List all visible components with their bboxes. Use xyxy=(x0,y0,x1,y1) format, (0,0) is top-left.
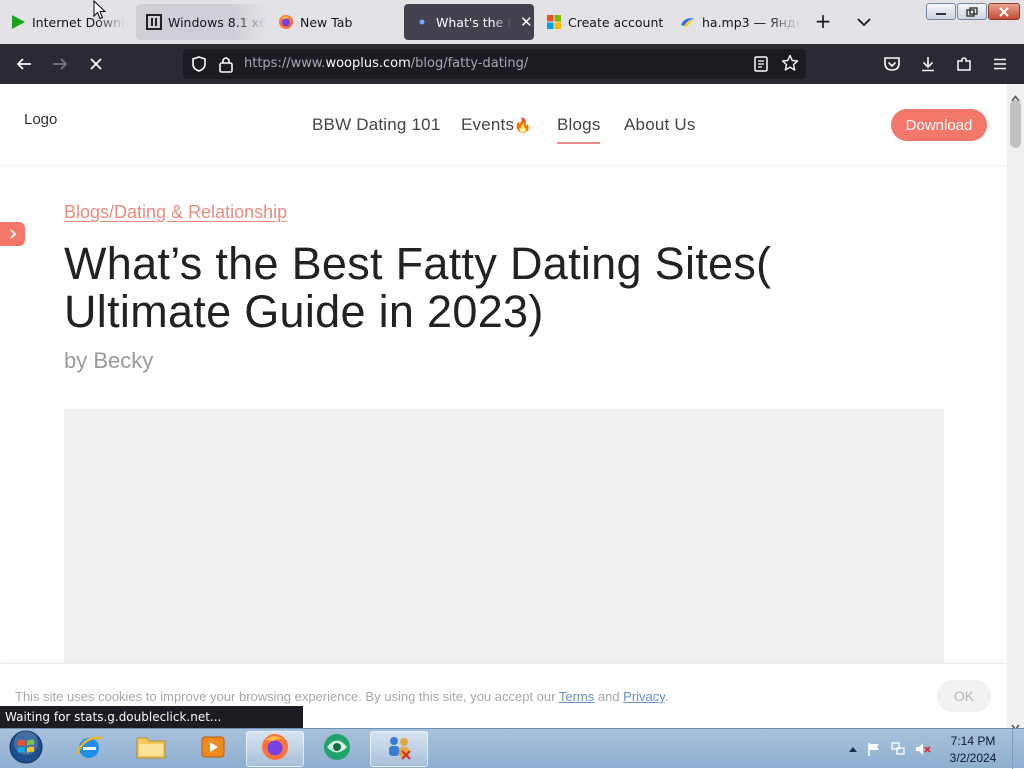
privacy-link[interactable]: Privacy xyxy=(623,689,665,704)
new-tab-button[interactable]: + xyxy=(812,11,834,33)
start-button[interactable] xyxy=(6,730,46,768)
pocket-icon[interactable] xyxy=(882,54,902,74)
film-icon xyxy=(146,14,162,30)
show-desktop-button[interactable] xyxy=(1012,729,1024,769)
windows-taskbar: 7:14 PM 3/2/2024 xyxy=(0,728,1024,769)
padlock-icon[interactable] xyxy=(218,55,234,77)
file-explorer-icon xyxy=(135,733,167,765)
nav-about-us[interactable]: About Us xyxy=(624,115,696,135)
tab-yandex-music[interactable]: ha.mp3 — Яндекс Музыка xyxy=(670,4,800,40)
list-all-tabs-chevron-icon[interactable] xyxy=(854,12,874,32)
firefox-icon xyxy=(278,14,294,30)
active-nav-underline xyxy=(557,142,600,144)
clock-time[interactable]: 7:14 PM xyxy=(944,734,1002,748)
tab-whats-the-best-fatty-dating-sites[interactable]: What's the Best Fatty Dating Sites ✕ xyxy=(404,4,534,40)
tab-new-tab[interactable]: New Tab xyxy=(268,4,398,40)
nav-events[interactable]: Events🔥 xyxy=(461,115,532,135)
downloads-icon[interactable] xyxy=(918,54,938,74)
site-logo[interactable]: Logo xyxy=(24,111,57,128)
url-host: wooplus.com xyxy=(325,56,411,71)
nav-events-label: Events xyxy=(461,115,515,134)
show-hidden-icons-arrow-icon[interactable] xyxy=(845,741,861,757)
article-title-line-1: What’s the Best Fatty Dating Sites( xyxy=(64,238,772,289)
site-header: Logo BBW Dating 101 Events🔥 Blogs About … xyxy=(0,84,1007,166)
taskbar-file-explorer[interactable] xyxy=(122,731,180,767)
address-bar[interactable]: https://www.wooplus.com/blog/fatty-datin… xyxy=(183,49,806,79)
tab-label: What's the Best Fatty Dating Sites xyxy=(436,14,512,30)
cookie-message: This site uses cookies to improve your b… xyxy=(15,689,668,704)
minimize-window-button[interactable] xyxy=(926,3,956,20)
tab-internet-download-manager[interactable]: Internet Download Manager xyxy=(0,4,126,40)
scrollbar-thumb[interactable] xyxy=(1010,100,1021,148)
article-title: What’s the Best Fatty Dating Sites( Ulti… xyxy=(64,240,924,336)
yandex-music-icon xyxy=(680,14,696,30)
web-page-viewport: Logo BBW Dating 101 Events🔥 Blogs About … xyxy=(0,84,1007,728)
side-drawer-toggle[interactable] xyxy=(0,222,25,246)
taskbar-wooplus[interactable] xyxy=(308,731,366,767)
tab-label: Internet Download Manager xyxy=(32,14,126,30)
mouse-cursor-icon xyxy=(93,0,107,20)
taskbar-media-player[interactable] xyxy=(184,731,242,767)
internet-explorer-icon xyxy=(74,732,104,766)
browser-navigation-toolbar: https://www.wooplus.com/blog/fatty-datin… xyxy=(0,44,1024,84)
browser-tab-strip: Internet Download Manager Windows 8.1 x6… xyxy=(0,0,1024,44)
cookie-and-text: and xyxy=(594,689,624,704)
tab-label: Create account xyxy=(568,14,664,30)
close-tab-icon[interactable]: ✕ xyxy=(520,13,533,31)
firefox-icon xyxy=(260,732,290,766)
url-path: /blog/fatty-dating/ xyxy=(410,56,529,71)
tracking-protection-shield-icon[interactable] xyxy=(190,55,208,77)
tab-label: ha.mp3 — Яндекс Музыка xyxy=(702,14,800,30)
close-window-button[interactable] xyxy=(988,3,1020,20)
idm-play-icon xyxy=(10,14,26,30)
taskbar-network-people[interactable] xyxy=(370,731,428,767)
tab-label: Windows 8.1 x64 xyxy=(168,14,266,30)
tab-label: New Tab xyxy=(300,14,353,30)
windows-start-orb-icon xyxy=(9,730,43,768)
media-player-icon xyxy=(199,733,227,765)
extensions-puzzle-icon[interactable] xyxy=(954,54,974,74)
download-button[interactable]: Download xyxy=(891,109,987,141)
terms-link[interactable]: Terms xyxy=(559,689,594,704)
restore-window-button[interactable] xyxy=(957,3,987,20)
cookie-ok-button[interactable]: OK xyxy=(937,680,991,712)
nav-bbw-dating-101[interactable]: BBW Dating 101 xyxy=(312,115,440,135)
clock-date[interactable]: 3/2/2024 xyxy=(944,751,1002,765)
stop-loading-icon[interactable] xyxy=(86,54,106,74)
article-title-line-2: Ultimate Guide in 2023) xyxy=(64,286,544,337)
cookie-period: . xyxy=(664,689,669,704)
chevron-right-icon xyxy=(7,225,19,244)
url-prefix: https://www. xyxy=(244,56,326,71)
cookie-message-text: This site uses cookies to improve your b… xyxy=(15,689,559,704)
network-people-icon xyxy=(384,733,414,765)
wooplus-icon xyxy=(321,732,353,766)
nav-blogs[interactable]: Blogs xyxy=(557,115,601,135)
network-icon[interactable] xyxy=(890,741,906,757)
tab-create-account[interactable]: Create account xyxy=(536,4,666,40)
page-scrollbar[interactable] xyxy=(1007,84,1024,731)
author-byline: by Becky xyxy=(64,348,154,373)
taskbar-internet-explorer[interactable] xyxy=(60,731,118,767)
forward-arrow-icon[interactable] xyxy=(50,54,70,74)
back-arrow-icon[interactable] xyxy=(14,54,34,74)
microsoft-icon xyxy=(546,14,562,30)
dot-icon xyxy=(414,14,430,30)
taskbar-firefox[interactable] xyxy=(246,731,304,767)
tab-windows-8-1[interactable]: Windows 8.1 x64 xyxy=(136,4,266,40)
reader-view-icon[interactable] xyxy=(753,55,769,77)
breadcrumb[interactable]: Blogs/Dating & Relationship xyxy=(64,202,287,223)
browser-status-text: Waiting for stats.g.doubleclick.net... xyxy=(0,706,303,728)
hero-image-placeholder xyxy=(64,409,944,669)
hamburger-menu-icon[interactable] xyxy=(990,54,1010,74)
bookmark-star-icon[interactable] xyxy=(781,54,799,76)
url-text[interactable]: https://www.wooplus.com/blog/fatty-datin… xyxy=(244,56,528,71)
fire-emoji-icon: 🔥 xyxy=(514,117,532,133)
volume-muted-icon[interactable] xyxy=(915,741,931,757)
action-center-flag-icon[interactable] xyxy=(866,741,882,757)
